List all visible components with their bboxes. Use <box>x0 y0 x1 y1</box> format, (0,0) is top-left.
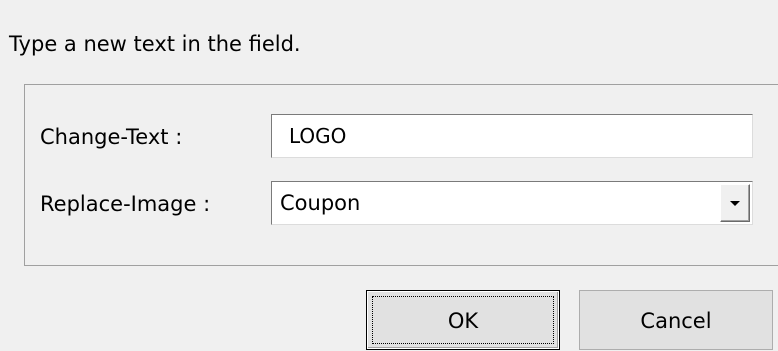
dropdown-button[interactable] <box>720 184 750 222</box>
ok-button[interactable]: OK <box>366 290 560 350</box>
chevron-down-icon <box>730 201 740 206</box>
instruction-text: Type a new text in the field. <box>9 32 301 56</box>
change-text-label: Change-Text : <box>40 125 183 149</box>
replace-image-selected-value: Coupon <box>280 191 361 215</box>
replace-image-dropdown[interactable]: Coupon <box>271 181 753 225</box>
replace-image-label: Replace-Image : <box>40 192 211 216</box>
cancel-button[interactable]: Cancel <box>579 290 773 350</box>
change-text-input[interactable] <box>271 114 753 158</box>
ok-button-label: OK <box>447 309 479 333</box>
settings-group-box <box>24 84 778 266</box>
